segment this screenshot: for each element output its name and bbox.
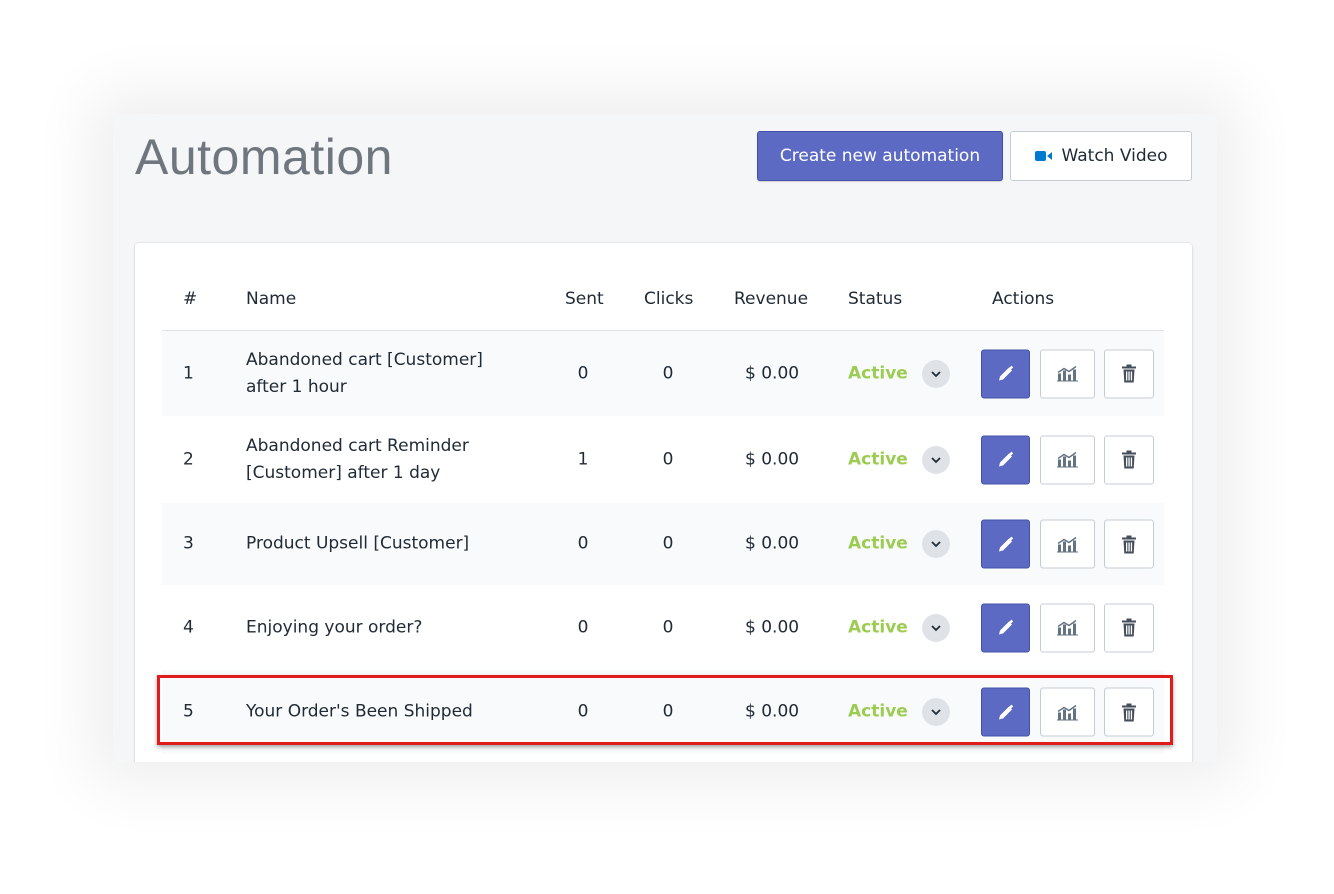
status-dropdown-toggle[interactable]: [922, 698, 950, 726]
automation-page: Automation Create new automation Watch V…: [113, 114, 1217, 762]
trash-icon: [1122, 703, 1136, 721]
bar-chart-icon: [1056, 365, 1078, 382]
revenue-value: $ 0.00: [745, 449, 800, 469]
status-badge: Active: [848, 617, 908, 637]
stats-button[interactable]: [1040, 349, 1095, 398]
delete-button[interactable]: [1104, 519, 1154, 569]
automation-name-link[interactable]: Abandoned cart [Customer] after 1 hour: [246, 347, 516, 401]
status-badge: Active: [848, 701, 908, 722]
table-row: 1 Abandoned cart [Customer] after 1 hour…: [162, 331, 1164, 416]
page-title: Automation: [135, 129, 393, 185]
status-dropdown-toggle[interactable]: [922, 613, 950, 642]
automation-table-card: # Name Sent Clicks Revenue Status Action…: [135, 243, 1192, 762]
clicks-count: 0: [662, 363, 674, 383]
row-number: 3: [183, 533, 194, 554]
clicks-count: 0: [662, 617, 674, 637]
stats-button[interactable]: [1040, 687, 1095, 737]
trash-icon: [1122, 618, 1136, 637]
automation-name-link[interactable]: Abandoned cart Reminder [Customer] after…: [246, 433, 516, 487]
edit-button[interactable]: [981, 603, 1030, 652]
row-number: 1: [183, 363, 194, 383]
table-row: 4 Enjoying your order? 0 0 $ 0.00 Active: [162, 585, 1164, 670]
table-row: 5 Your Order's Been Shipped 0 0 $ 0.00 A…: [162, 670, 1164, 754]
column-name: Name: [246, 289, 297, 309]
chevron-down-icon: [931, 541, 941, 548]
row-number: 2: [183, 449, 194, 469]
table-header: # Name Sent Clicks Revenue Status Action…: [162, 273, 1164, 331]
trash-icon: [1122, 535, 1136, 553]
chevron-down-icon: [931, 370, 941, 377]
revenue-value: $ 0.00: [745, 701, 800, 722]
edit-button[interactable]: [981, 519, 1030, 569]
column-sent: Sent: [565, 289, 604, 309]
column-status: Status: [848, 289, 903, 309]
status-badge: Active: [848, 533, 908, 554]
row-number: 4: [183, 617, 194, 637]
sent-count: 0: [577, 701, 589, 722]
stats-button[interactable]: [1040, 519, 1095, 569]
pencil-icon: [998, 451, 1013, 467]
delete-button[interactable]: [1104, 687, 1154, 737]
column-revenue: Revenue: [734, 289, 809, 309]
status-badge: Active: [848, 449, 908, 469]
chevron-down-icon: [931, 624, 941, 631]
stats-button[interactable]: [1040, 603, 1095, 652]
revenue-value: $ 0.00: [745, 617, 800, 637]
status-badge: Active: [848, 363, 908, 383]
sent-count: 0: [577, 617, 589, 637]
edit-button[interactable]: [981, 687, 1030, 737]
automation-name-link[interactable]: Your Order's Been Shipped: [246, 699, 516, 726]
sent-count: 0: [577, 533, 589, 554]
chevron-down-icon: [931, 709, 941, 716]
video-camera-icon: [1034, 150, 1053, 162]
chevron-down-icon: [931, 456, 941, 463]
create-automation-button[interactable]: Create new automation: [757, 131, 1003, 181]
clicks-count: 0: [662, 533, 674, 554]
status-dropdown-toggle[interactable]: [922, 530, 950, 558]
column-number: #: [183, 289, 198, 309]
pencil-icon: [998, 704, 1013, 719]
delete-button[interactable]: [1104, 435, 1154, 484]
delete-button[interactable]: [1104, 603, 1154, 652]
status-dropdown-toggle[interactable]: [922, 445, 950, 474]
row-number: 5: [183, 701, 194, 722]
revenue-value: $ 0.00: [745, 363, 800, 383]
automation-name-link[interactable]: Product Upsell [Customer]: [246, 531, 516, 558]
bar-chart-icon: [1056, 704, 1078, 720]
edit-button[interactable]: [981, 435, 1030, 484]
column-actions: Actions: [992, 289, 1055, 309]
sent-count: 1: [577, 449, 589, 469]
table-row: 2 Abandoned cart Reminder [Customer] aft…: [162, 416, 1164, 503]
pencil-icon: [998, 619, 1013, 635]
pencil-icon: [998, 536, 1013, 551]
clicks-count: 0: [662, 701, 674, 722]
pencil-icon: [998, 365, 1013, 381]
bar-chart-icon: [1056, 619, 1078, 636]
automation-name-link[interactable]: Enjoying your order?: [246, 614, 516, 641]
trash-icon: [1122, 364, 1136, 383]
watch-video-label: Watch Video: [1061, 146, 1168, 166]
bar-chart-icon: [1056, 536, 1078, 552]
bar-chart-icon: [1056, 451, 1078, 468]
column-clicks: Clicks: [644, 289, 694, 309]
clicks-count: 0: [662, 449, 674, 469]
sent-count: 0: [577, 363, 589, 383]
edit-button[interactable]: [981, 349, 1030, 398]
revenue-value: $ 0.00: [745, 533, 800, 554]
trash-icon: [1122, 450, 1136, 469]
delete-button[interactable]: [1104, 349, 1154, 398]
status-dropdown-toggle[interactable]: [922, 359, 950, 388]
watch-video-button[interactable]: Watch Video: [1010, 131, 1192, 181]
table-row: 3 Product Upsell [Customer] 0 0 $ 0.00 A…: [162, 503, 1164, 585]
stats-button[interactable]: [1040, 435, 1095, 484]
